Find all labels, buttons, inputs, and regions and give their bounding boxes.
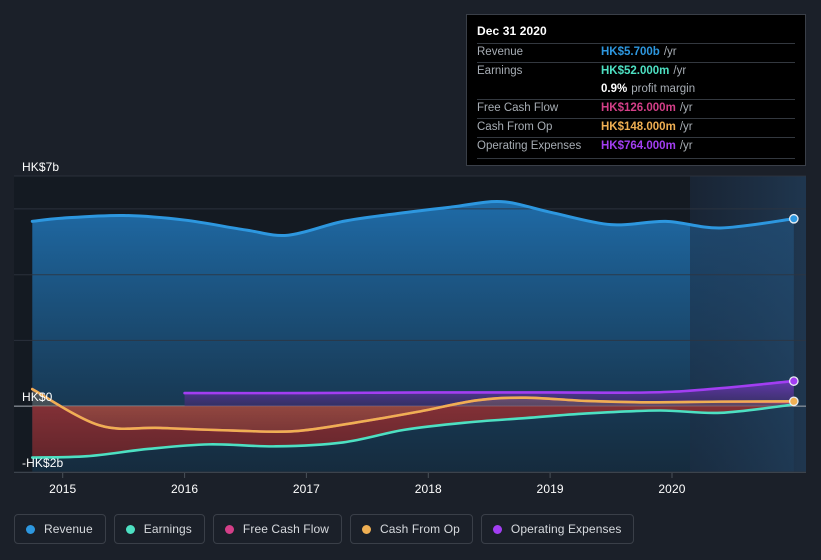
tooltip-row-label: Revenue	[477, 46, 524, 58]
legend-item-operating-expenses[interactable]: Operating Expenses	[480, 514, 635, 544]
legend-item-label: Operating Expenses	[510, 522, 622, 536]
tooltip-row: Revenue HK$5.700b/yr	[477, 43, 795, 62]
endpoint-marker-revenue[interactable]	[788, 213, 799, 224]
tooltip-row-label: Operating Expenses	[477, 140, 582, 152]
legend-swatch-icon	[26, 524, 35, 534]
x-axis-tick-label: 2019	[536, 482, 564, 496]
tooltip-row-label: Earnings	[477, 65, 523, 77]
tooltip-row-value: 0.9%	[601, 83, 628, 95]
tooltip-row: 0.9% profit margin	[477, 81, 795, 99]
x-axis-tick-label: 2015	[49, 482, 77, 496]
x-axis-tick-label: 2018	[414, 482, 442, 496]
tooltip-rows: Revenue HK$5.700b/yr Earnings HK$52.000m/yr…	[477, 43, 795, 156]
legend-item-earnings[interactable]: Earnings	[113, 514, 205, 544]
x-axis-tick-label: 2020	[658, 482, 686, 496]
tooltip-row-unit: /yr	[679, 102, 693, 114]
endpoint-marker-cash-from-op[interactable]	[788, 396, 799, 407]
legend-item-label: Free Cash Flow	[242, 522, 330, 536]
tooltip-row-unit: /yr	[679, 140, 693, 152]
tooltip-row-value: HK$126.000m	[601, 102, 676, 114]
x-axis-tick-label: 2016	[171, 482, 199, 496]
y-axis-tick-label: -HK$2b	[22, 456, 64, 470]
tooltip-row-value: HK$5.700b	[601, 46, 660, 58]
data-tooltip: Dec 31 2020 Revenue HK$5.700b/yr Earnings H…	[466, 14, 806, 166]
legend-item-cash-from-op[interactable]: Cash From Op	[350, 514, 473, 544]
x-axis-tick-label: 2017	[292, 482, 320, 496]
tooltip-row-unit: /yr	[663, 46, 677, 58]
tooltip-row-unit: /yr	[673, 65, 687, 77]
tooltip-row-value: HK$52.000m	[601, 65, 670, 77]
tooltip-title: Dec 31 2020	[477, 24, 547, 38]
tooltip-row: Operating Expenses HK$764.000m/yr	[477, 137, 795, 156]
legend-swatch-icon	[224, 524, 234, 534]
tooltip-row-unit: profit margin	[631, 83, 696, 95]
tooltip-row-value: HK$148.000m	[601, 121, 676, 133]
tooltip-row-value: HK$764.000m	[601, 140, 676, 152]
tooltip-bottom-divider	[477, 158, 795, 159]
legend-item-free-cash-flow[interactable]: Free Cash Flow	[212, 514, 343, 544]
legend-item-label: Revenue	[44, 522, 93, 536]
tooltip-row: Free Cash Flow HK$126.000m/yr	[477, 99, 795, 118]
legend-item-label: Earnings	[143, 522, 192, 536]
tooltip-row-label: Free Cash Flow	[477, 102, 559, 114]
tooltip-row-label: Cash From Op	[477, 121, 553, 133]
legend-swatch-icon	[362, 524, 372, 534]
legend-swatch-icon	[125, 524, 135, 534]
tooltip-row-unit: /yr	[679, 121, 693, 133]
chart-legend: Revenue Earnings Free Cash Flow Cash From O…	[14, 514, 635, 544]
y-axis-tick-label: HK$0	[22, 390, 53, 405]
legend-swatch-icon	[492, 524, 502, 534]
endpoint-marker-operating-expenses[interactable]	[788, 376, 799, 386]
tooltip-row: Cash From Op HK$148.000m/yr	[477, 118, 795, 137]
tooltip-row: Earnings HK$52.000m/yr	[477, 62, 795, 81]
y-axis-tick-label: HK$7b	[22, 160, 60, 174]
legend-item-label: Cash From Op	[380, 522, 460, 536]
legend-item-revenue[interactable]: Revenue	[14, 514, 106, 544]
